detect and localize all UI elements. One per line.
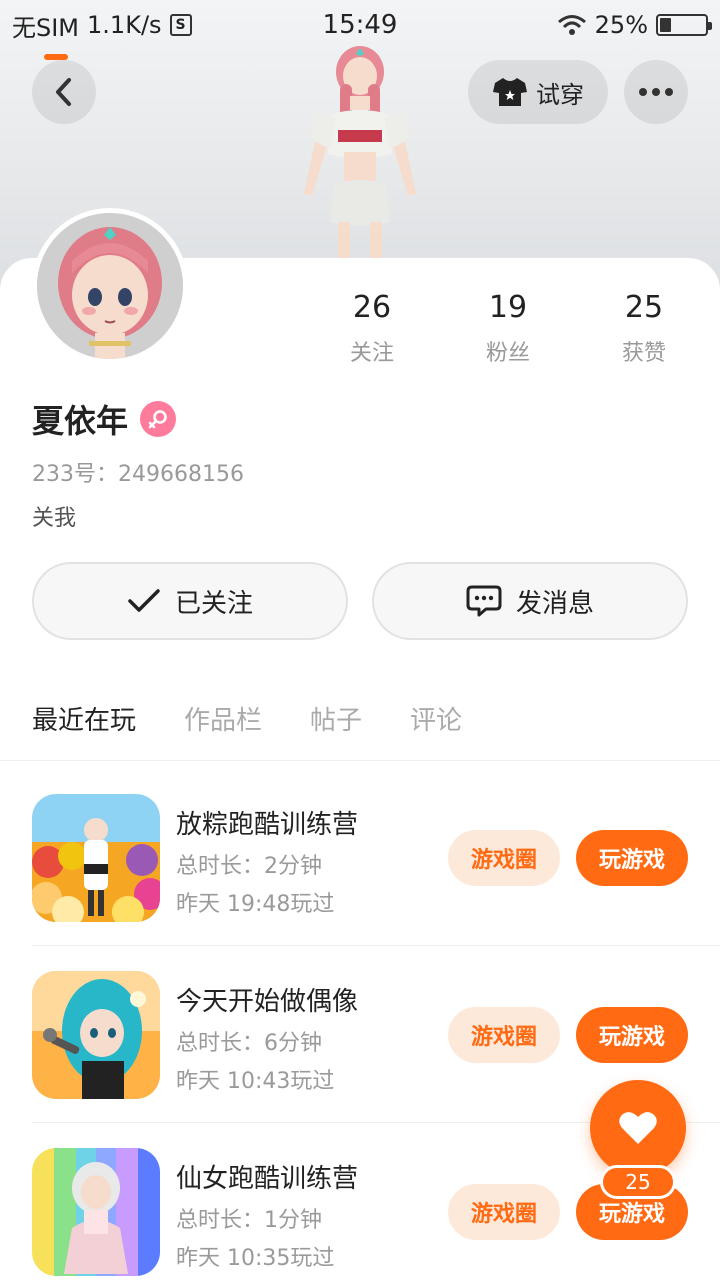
stat-likes-count: 25	[624, 290, 664, 325]
like-count-badge: 25	[600, 1165, 676, 1199]
following-label: 已关注	[174, 588, 253, 619]
play-game-button[interactable]: 玩游戏	[576, 1007, 688, 1063]
list-divider	[32, 945, 720, 946]
profile-stats: 26 关注 19 粉丝 25 获赞	[304, 290, 712, 367]
stat-likes[interactable]: 25 获赞	[576, 290, 712, 367]
game-item[interactable]: 放粽跑酷训练营 总时长：2分钟 昨天 19:48玩过 游戏圈 玩游戏	[32, 770, 720, 946]
sim-icon: S	[169, 14, 192, 36]
status-bar: 无SIM 1.1K/s S 15:49 25%	[0, 0, 720, 50]
network-speed: 1.1K/s	[87, 11, 162, 39]
stat-following-count: 26	[352, 290, 392, 325]
stat-likes-label: 获赞	[621, 341, 666, 366]
avatar[interactable]	[32, 208, 188, 364]
avatar-image	[37, 213, 183, 359]
stat-followers-label: 粉丝	[485, 341, 530, 366]
tshirt-icon	[493, 78, 527, 106]
play-game-button[interactable]: 玩游戏	[576, 830, 688, 886]
avatar-3d-figure	[304, 46, 416, 260]
game-last-played: 昨天 10:35玩过	[176, 1246, 335, 1271]
game-icon-idol[interactable]	[32, 971, 160, 1099]
user-bio: 关我	[32, 506, 77, 531]
send-message-button[interactable]: 发消息	[372, 562, 688, 640]
user-id: 233号：249668156	[32, 462, 244, 487]
tabs-divider	[0, 760, 720, 761]
game-circle-button[interactable]: 游戏圈	[448, 1184, 560, 1240]
game-circle-button[interactable]: 游戏圈	[448, 1007, 560, 1063]
wifi-icon	[557, 15, 586, 35]
profile-tabs: 最近在玩 作品栏 帖子 评论	[32, 700, 462, 747]
name-row: 夏依年	[32, 396, 177, 442]
stat-following[interactable]: 26 关注	[304, 290, 440, 367]
game-duration: 总时长：2分钟	[176, 854, 322, 879]
following-button[interactable]: 已关注	[32, 562, 348, 640]
tab-recently-played[interactable]: 最近在玩	[32, 700, 136, 747]
chat-bubble-icon	[466, 585, 502, 617]
game-circle-button[interactable]: 游戏圈	[448, 830, 560, 886]
battery-icon	[656, 14, 712, 36]
battery-level	[660, 18, 671, 32]
more-icon	[639, 88, 673, 96]
send-message-label: 发消息	[515, 588, 594, 619]
battery-percent: 25%	[594, 11, 648, 39]
back-button[interactable]	[32, 60, 96, 124]
tab-works[interactable]: 作品栏	[184, 700, 262, 747]
tab-comments[interactable]: 评论	[410, 700, 462, 747]
game-last-played: 昨天 10:43玩过	[176, 1069, 335, 1094]
game-icon-zongzi-parkour[interactable]	[32, 794, 160, 922]
heart-icon	[619, 1112, 657, 1144]
game-icon-fairy-parkour[interactable]	[32, 1148, 160, 1276]
stat-followers[interactable]: 19 粉丝	[440, 290, 576, 367]
tab-posts[interactable]: 帖子	[310, 700, 362, 747]
checkmark-icon	[128, 589, 160, 612]
stat-following-label: 关注	[349, 341, 394, 366]
try-on-button[interactable]: 试穿	[468, 60, 608, 124]
game-title: 放粽跑酷训练营	[176, 810, 359, 840]
game-title: 今天开始做偶像	[176, 987, 359, 1017]
user-name: 夏依年	[32, 402, 129, 440]
back-arrow-icon	[56, 78, 71, 106]
active-tab-indicator	[44, 54, 68, 60]
female-gender-icon	[140, 401, 177, 437]
like-fab-button[interactable]	[590, 1080, 686, 1176]
more-button[interactable]	[624, 60, 688, 124]
game-duration: 总时长：1分钟	[176, 1208, 322, 1233]
stat-followers-count: 19	[488, 290, 528, 325]
carrier-text: 无SIM	[12, 13, 80, 42]
game-last-played: 昨天 19:48玩过	[176, 892, 335, 917]
game-duration: 总时长：6分钟	[176, 1031, 322, 1056]
try-on-label: 试穿	[536, 80, 584, 109]
game-title: 仙女跑酷训练营	[176, 1164, 359, 1194]
